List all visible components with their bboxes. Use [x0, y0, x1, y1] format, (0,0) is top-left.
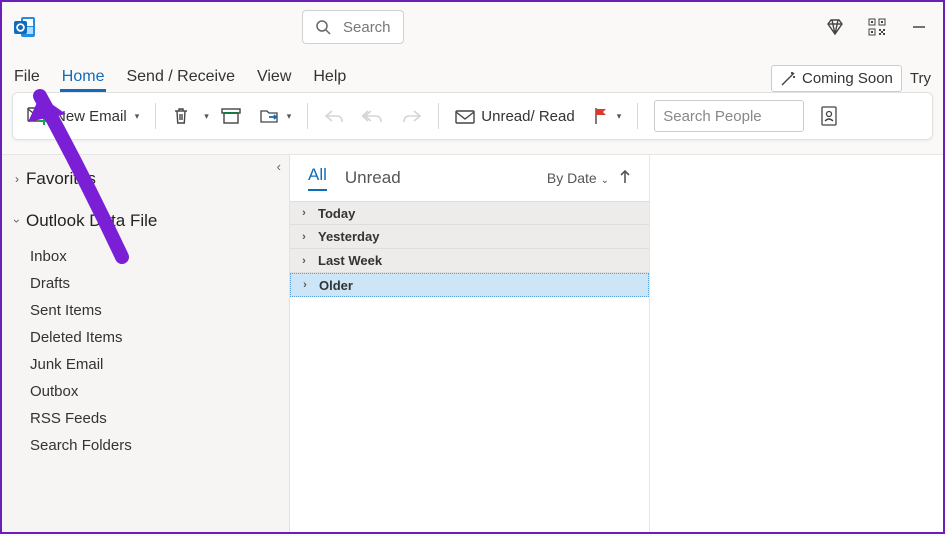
archive-icon [221, 108, 241, 124]
global-search[interactable]: Search [302, 10, 404, 44]
forward-icon [402, 108, 422, 124]
folder-inbox[interactable]: Inbox [2, 243, 289, 270]
premium-diamond-icon[interactable] [825, 17, 845, 37]
chevron-right-icon: › [10, 172, 24, 186]
chevron-right-icon: › [290, 231, 318, 243]
tab-send-receive[interactable]: Send / Receive [124, 62, 237, 92]
flag-button[interactable]: ▾ [587, 103, 628, 129]
tab-view[interactable]: View [255, 62, 293, 92]
try-button[interactable]: Try [908, 66, 933, 91]
search-people-placeholder: Search People [663, 108, 761, 125]
folder-rss-feeds[interactable]: RSS Feeds [2, 405, 289, 432]
chevron-down-icon: › [10, 214, 24, 228]
chevron-down-icon[interactable]: ▾ [287, 111, 292, 122]
chevron-down-icon[interactable]: ▾ [617, 111, 622, 122]
unread-read-label: Unread/ Read [481, 108, 574, 125]
data-file-header[interactable]: › Outlook Data File [2, 207, 289, 235]
flag-icon [593, 107, 609, 125]
coming-soon-button[interactable]: Coming Soon [771, 65, 902, 92]
folder-drafts[interactable]: Drafts [2, 270, 289, 297]
reply-icon [324, 108, 344, 124]
separator [637, 103, 638, 129]
group-label: Today [318, 206, 355, 221]
separator [438, 103, 439, 129]
sort-direction-button[interactable] [619, 170, 631, 187]
favorites-header[interactable]: › Favorites [2, 165, 289, 193]
chevron-down-icon: ⌄ [601, 175, 609, 186]
move-button[interactable]: ▾ [253, 103, 298, 129]
chevron-right-icon: › [290, 207, 318, 219]
group-label: Last Week [318, 253, 382, 268]
folder-search-folders[interactable]: Search Folders [2, 432, 289, 459]
search-placeholder: Search [343, 19, 391, 36]
reading-pane [650, 155, 943, 532]
chevron-right-icon: › [291, 279, 319, 291]
group-yesterday[interactable]: › Yesterday [290, 225, 649, 249]
group-last-week[interactable]: › Last Week [290, 249, 649, 273]
qr-code-icon[interactable] [867, 17, 887, 37]
filter-tab-all[interactable]: All [308, 165, 327, 191]
forward-button[interactable] [396, 104, 428, 128]
new-email-icon [27, 107, 49, 125]
collapse-pane-button[interactable]: ‹ [277, 159, 281, 174]
chevron-right-icon: › [290, 255, 318, 267]
unread-read-button[interactable]: Unread/ Read [449, 104, 580, 129]
sort-by-date[interactable]: By Date ⌄ [547, 170, 609, 186]
search-people-input[interactable]: Search People [654, 100, 804, 132]
coming-soon-label: Coming Soon [802, 70, 893, 87]
envelope-icon [455, 108, 475, 124]
reply-button[interactable] [318, 104, 350, 128]
folder-junk-email[interactable]: Junk Email [2, 351, 289, 378]
address-book-button[interactable] [814, 102, 844, 130]
delete-button[interactable] [166, 103, 196, 129]
tab-file[interactable]: File [12, 62, 42, 92]
trash-icon [172, 107, 190, 125]
minimize-button[interactable] [909, 17, 929, 37]
outlook-app-icon [12, 14, 38, 40]
favorites-label: Favorites [26, 169, 96, 189]
reply-all-button[interactable] [356, 104, 390, 128]
group-older[interactable]: › Older [290, 273, 649, 297]
delete-dropdown[interactable]: ▾ [204, 111, 209, 122]
new-email-button[interactable]: New Email ▾ [21, 103, 145, 129]
ribbon: New Email ▾ ▾ ▾ [12, 92, 933, 140]
separator [155, 103, 156, 129]
data-file-label: Outlook Data File [26, 211, 157, 231]
new-email-label: New Email [55, 108, 127, 125]
search-icon [315, 19, 331, 35]
archive-button[interactable] [215, 104, 247, 128]
separator [307, 103, 308, 129]
folder-sent-items[interactable]: Sent Items [2, 297, 289, 324]
tab-home[interactable]: Home [60, 62, 107, 92]
chevron-down-icon[interactable]: ▾ [135, 111, 140, 122]
group-label: Older [319, 278, 353, 293]
folder-deleted-items[interactable]: Deleted Items [2, 324, 289, 351]
reply-all-icon [362, 108, 384, 124]
filter-tab-unread[interactable]: Unread [345, 168, 401, 188]
wand-icon [780, 71, 796, 87]
folder-outbox[interactable]: Outbox [2, 378, 289, 405]
message-list: All Unread By Date ⌄ › Today [290, 155, 650, 532]
move-to-folder-icon [259, 107, 279, 125]
group-label: Yesterday [318, 229, 379, 244]
address-book-icon [820, 106, 838, 126]
folder-pane: ‹ › Favorites › Outlook Data File Inbox … [2, 155, 290, 532]
group-today[interactable]: › Today [290, 201, 649, 225]
arrow-up-icon [619, 170, 631, 184]
tab-help[interactable]: Help [311, 62, 348, 92]
